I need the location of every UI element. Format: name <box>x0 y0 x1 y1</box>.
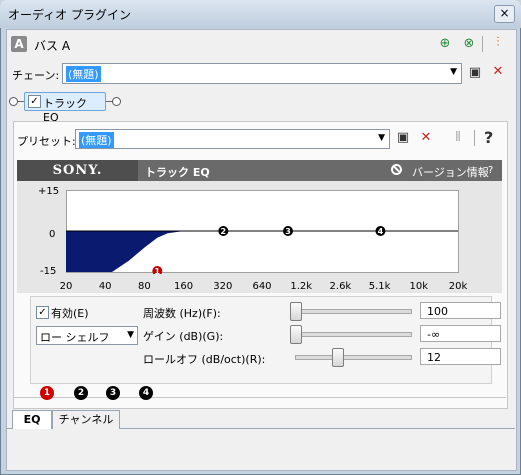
toolbar-divider <box>474 130 475 146</box>
rolloff-slider-track[interactable] <box>295 355 412 360</box>
x-tick-label: 2.6k <box>329 281 352 292</box>
chevron-down-icon: ▼ <box>127 330 134 340</box>
tab-channel[interactable]: チャンネル <box>52 410 120 429</box>
frequency-value[interactable]: 100 <box>420 302 501 319</box>
gain-slider-thumb[interactable] <box>290 325 302 344</box>
gain-label: ゲイン (dB)(G): <box>143 330 224 343</box>
x-tick-label: 80 <box>138 281 151 292</box>
band-tab-3[interactable]: 3 <box>106 386 120 400</box>
automation-icon[interactable]: ⫴ <box>450 130 466 146</box>
toolbar-divider <box>482 36 483 52</box>
rolloff-label: ロールオフ (dB/oct)(R): <box>143 353 266 366</box>
chevron-down-icon: ▼ <box>378 133 385 143</box>
delete-chain-icon[interactable]: ✕ <box>490 64 506 80</box>
svg-text:3: 3 <box>285 227 291 236</box>
x-tick-label: 10k <box>409 281 429 292</box>
x-tick-label: 1.2k <box>290 281 313 292</box>
no-entry-icon <box>391 164 402 175</box>
header-help-icon[interactable]: ? <box>488 165 493 176</box>
save-chain-icon[interactable]: ▣ <box>467 65 483 81</box>
chain-label: チェーン: <box>12 69 60 82</box>
x-tick-label: 40 <box>98 281 112 292</box>
gain-slider-track[interactable] <box>290 332 412 337</box>
tab-channel-label: チャンネル <box>58 413 114 426</box>
enable-band-label: 有効(E) <box>51 307 89 320</box>
preset-label: プリセット: <box>17 135 76 148</box>
version-info-link[interactable]: バージョン情報 <box>412 164 489 180</box>
bus-icon-letter: A <box>14 37 24 51</box>
band-tab-1[interactable]: 1 <box>40 386 54 400</box>
preset-select[interactable]: (無題) ▼ <box>75 129 390 149</box>
plugin-node-track-eq[interactable]: ✓ トラック EQ <box>24 92 106 124</box>
band-marker-4[interactable]: 4 <box>375 226 386 236</box>
close-window-button[interactable]: × <box>494 5 515 23</box>
insert-plugin-icon[interactable]: ⊕ <box>437 36 453 52</box>
window-title: オーディオ プラグイン <box>8 8 131 22</box>
remove-plugin-icon[interactable]: ⊗ <box>461 36 477 52</box>
y-tick-label: +15 <box>38 186 60 197</box>
filter-type-value: ロー シェルフ <box>40 331 110 344</box>
plugin-chooser-icon[interactable]: ⫶ <box>490 35 506 51</box>
x-tick-label: 160 <box>174 281 194 292</box>
band-marker-2[interactable]: 2 <box>218 226 229 236</box>
frequency-slider-track[interactable] <box>290 309 412 314</box>
y-tick-label: 0 <box>49 229 56 240</box>
frequency-label: 周波数 (Hz)(F): <box>143 307 221 320</box>
svg-text:4: 4 <box>378 227 384 236</box>
gain-value[interactable]: -∞ <box>420 325 501 342</box>
plugin-node-label: トラック EQ <box>43 97 87 124</box>
x-tick-label: 640 <box>252 281 272 292</box>
save-preset-icon[interactable]: ▣ <box>395 130 411 146</box>
filter-type-select[interactable]: ロー シェルフ ▼ <box>36 326 138 345</box>
plugin-header-title: トラック EQ <box>145 166 210 179</box>
bus-icon: A <box>11 36 27 52</box>
tab-eq-label: EQ <box>23 413 41 426</box>
chain-end-node <box>112 97 121 106</box>
chain-select[interactable]: (無題) ▼ <box>62 63 462 84</box>
eq-curve-plot[interactable]: 1 2 3 4 <box>66 190 460 274</box>
enable-band-checkbox[interactable]: ✓ <box>36 306 49 319</box>
frequency-slider-thumb[interactable] <box>290 302 302 321</box>
svg-text:1: 1 <box>155 267 161 274</box>
rolloff-value[interactable]: 12 <box>420 348 501 365</box>
delete-preset-icon[interactable]: ✕ <box>418 130 434 146</box>
x-tick-label: 20 <box>59 281 73 292</box>
preset-value: (無題) <box>79 132 114 148</box>
x-tick-label: 5.1k <box>368 281 391 292</box>
svg-text:2: 2 <box>221 227 227 236</box>
band-tab-4[interactable]: 4 <box>139 386 153 400</box>
sony-logo: SONY. <box>17 160 138 181</box>
bus-label: バス A <box>34 39 71 53</box>
band-marker-3[interactable]: 3 <box>282 226 293 236</box>
help-button[interactable]: ? <box>484 128 493 147</box>
y-tick-label: -15 <box>40 266 57 277</box>
chain-start-node <box>9 97 18 106</box>
tab-eq[interactable]: EQ <box>12 410 52 429</box>
chain-value: (無題) <box>66 66 101 82</box>
chevron-down-icon: ▼ <box>450 67 457 77</box>
rolloff-slider-thumb[interactable] <box>331 348 344 367</box>
x-tick-label: 20k <box>448 281 468 292</box>
plugin-enable-checkbox[interactable]: ✓ <box>28 95 41 108</box>
x-tick-label: 320 <box>213 281 233 292</box>
band-tab-2[interactable]: 2 <box>74 386 88 400</box>
band-tabs-line <box>13 397 506 398</box>
